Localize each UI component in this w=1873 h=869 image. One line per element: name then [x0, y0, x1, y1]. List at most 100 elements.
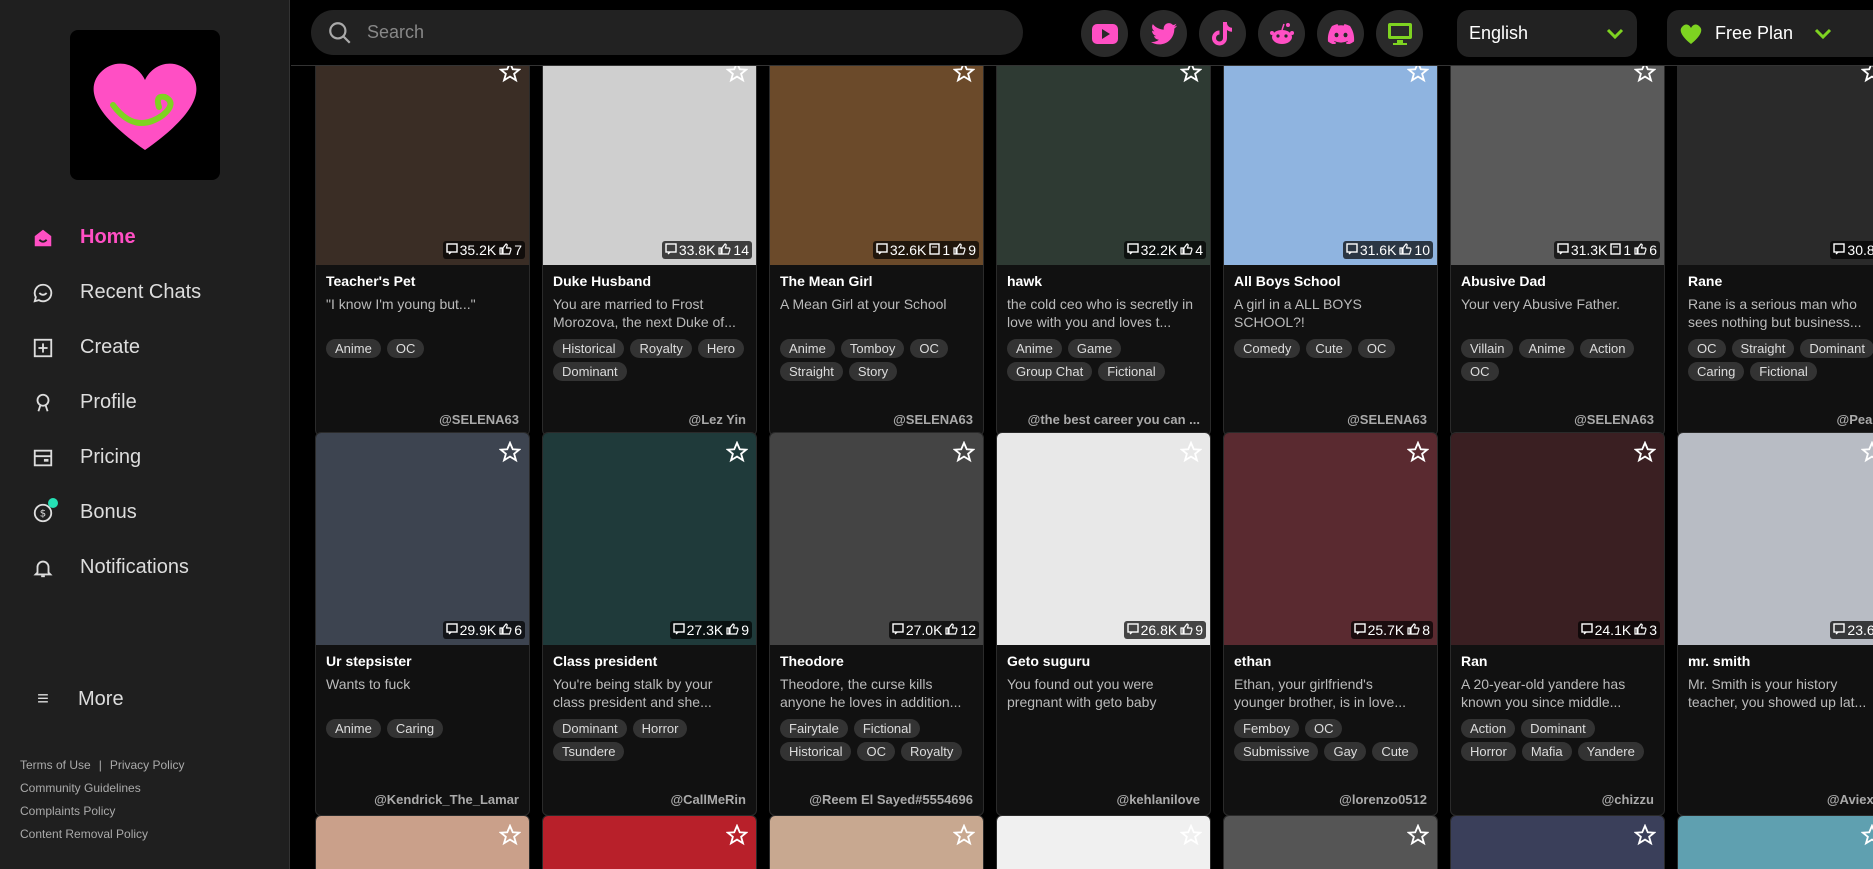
tag-chip[interactable]: Dominant — [1800, 339, 1873, 358]
tag-chip[interactable]: Anime — [326, 339, 381, 358]
character-card[interactable]: 30.8K Rane Rane is a serious man who sees … — [1677, 66, 1873, 436]
character-card[interactable]: 32.2K 4 hawk the cold ceo who is secretly i… — [996, 66, 1211, 436]
tag-chip[interactable]: Comedy — [1234, 339, 1301, 358]
author-link[interactable]: @SELENA63 — [1347, 412, 1427, 427]
favorite-star-icon[interactable] — [725, 66, 749, 88]
author-link[interactable]: @CallMeRin — [670, 792, 746, 807]
tag-chip[interactable]: Fictional — [1098, 362, 1165, 381]
sidebar-item-create[interactable]: Create — [30, 320, 270, 375]
tag-chip[interactable]: Femboy — [1234, 719, 1299, 738]
character-card[interactable]: 29.9K 6 Ur stepsister Wants to fuck Anime Car… — [315, 432, 530, 816]
character-card[interactable] — [1223, 815, 1438, 869]
plan-select[interactable]: Free Plan — [1667, 10, 1873, 57]
author-link[interactable]: @Reem El Sayed#5554696 — [809, 792, 973, 807]
reddit-button[interactable] — [1258, 10, 1305, 57]
favorite-star-icon[interactable] — [1633, 66, 1657, 88]
tag-chip[interactable]: OC — [386, 339, 425, 358]
author-link[interactable]: @Aviexx — [1827, 792, 1873, 807]
tag-chip[interactable]: Straight — [780, 362, 843, 381]
tag-chip[interactable]: Story — [848, 362, 898, 381]
favorite-star-icon[interactable] — [1633, 823, 1657, 851]
tag-chip[interactable]: Submissive — [1234, 742, 1319, 761]
community-link[interactable]: Community Guidelines — [20, 777, 185, 800]
tag-chip[interactable]: Cute — [1306, 339, 1352, 358]
character-card[interactable]: 32.6K 1 9 The Mean Girl A Mean Girl at your … — [769, 66, 984, 436]
tag-chip[interactable]: Historical — [553, 339, 625, 358]
character-card[interactable]: 23.6K mr. smith Mr. Smith is your history … — [1677, 432, 1873, 816]
character-image[interactable]: 31.3K 1 6 — [1451, 66, 1664, 265]
character-card[interactable]: 25.7K 8 ethan Ethan, your girlfriend's youn… — [1223, 432, 1438, 816]
favorite-star-icon[interactable] — [1406, 66, 1430, 88]
sidebar-item-bonus[interactable]: $ Bonus — [30, 485, 270, 540]
tag-chip[interactable]: Horror — [1461, 742, 1516, 761]
tag-chip[interactable]: Hero — [697, 339, 745, 358]
tag-chip[interactable]: Caring — [386, 719, 444, 738]
character-image[interactable]: 27.3K 9 — [543, 433, 756, 645]
character-image[interactable]: 26.8K 9 — [997, 433, 1210, 645]
tag-chip[interactable]: Fictional — [1750, 362, 1817, 381]
tag-chip[interactable]: Dominant — [553, 719, 627, 738]
character-image[interactable]: 30.8K — [1678, 66, 1873, 265]
favorite-star-icon[interactable] — [952, 66, 976, 88]
author-link[interactable]: @lorenzo0512 — [1339, 792, 1427, 807]
sidebar-item-recent-chats[interactable]: Recent Chats — [30, 265, 270, 320]
character-card[interactable]: 31.6K 10 All Boys School A girl in a ALL BO… — [1223, 66, 1438, 436]
character-card[interactable] — [996, 815, 1211, 869]
favorite-star-icon[interactable] — [498, 66, 522, 88]
favorite-star-icon[interactable] — [1406, 823, 1430, 851]
favorite-star-icon[interactable] — [1179, 66, 1203, 88]
tag-chip[interactable]: Anime — [326, 719, 381, 738]
tag-chip[interactable]: Dominant — [553, 362, 627, 381]
tag-chip[interactable]: Action — [1580, 339, 1635, 358]
sidebar-item-pricing[interactable]: Pricing — [30, 430, 270, 485]
tag-chip[interactable]: OC — [910, 339, 948, 358]
tag-chip[interactable]: Anime — [1007, 339, 1062, 358]
tag-chip[interactable]: Royalty — [630, 339, 692, 358]
tag-chip[interactable]: Fictional — [853, 719, 921, 738]
character-image[interactable]: 32.2K 4 — [997, 66, 1210, 265]
character-card[interactable] — [1677, 815, 1873, 869]
character-card[interactable]: 26.8K 9 Geto suguru You found out you were … — [996, 432, 1211, 816]
favorite-star-icon[interactable] — [1860, 66, 1873, 88]
character-image[interactable]: 32.6K 1 9 — [770, 66, 983, 265]
character-card[interactable] — [1450, 815, 1665, 869]
author-link[interactable]: @SELENA63 — [893, 412, 973, 427]
tag-chip[interactable]: OC — [1304, 719, 1343, 738]
character-image[interactable] — [770, 816, 983, 869]
favorite-star-icon[interactable] — [725, 823, 749, 851]
sidebar-item-home[interactable]: Home — [30, 210, 270, 265]
tag-chip[interactable]: Fairytale — [780, 719, 848, 738]
character-card[interactable] — [542, 815, 757, 869]
youtube-button[interactable] — [1081, 10, 1128, 57]
character-image[interactable]: 24.1K 3 — [1451, 433, 1664, 645]
removal-link[interactable]: Content Removal Policy — [20, 823, 185, 846]
character-card[interactable] — [315, 815, 530, 869]
tag-chip[interactable]: Action — [1461, 719, 1516, 738]
search-bar[interactable] — [311, 10, 1023, 55]
character-card[interactable]: 31.3K 1 6 Abusive Dad Your very Abusive Fath… — [1450, 66, 1665, 436]
character-image[interactable]: 31.6K 10 — [1224, 66, 1437, 265]
character-image[interactable] — [1224, 816, 1437, 869]
tag-chip[interactable]: Tomboy — [840, 339, 905, 358]
favorite-star-icon[interactable] — [1179, 440, 1203, 468]
tag-chip[interactable]: OC — [1357, 339, 1396, 358]
favorite-star-icon[interactable] — [952, 440, 976, 468]
tag-chip[interactable]: Game — [1067, 339, 1122, 358]
terms-link[interactable]: Terms of Use — [20, 758, 91, 772]
tag-chip[interactable]: Yandere — [1577, 742, 1644, 761]
character-card[interactable]: 33.8K 14 Duke Husband You are married to Fr… — [542, 66, 757, 436]
favorite-star-icon[interactable] — [1179, 823, 1203, 851]
character-image[interactable] — [997, 816, 1210, 869]
tag-chip[interactable]: OC — [1461, 362, 1499, 381]
character-card[interactable]: 27.0K 12 Theodore Theodore, the curse kills… — [769, 432, 984, 816]
sidebar-item-profile[interactable]: Profile — [30, 375, 270, 430]
character-image[interactable] — [1678, 816, 1873, 869]
tag-chip[interactable]: Group Chat — [1007, 362, 1093, 381]
author-link[interactable]: @SELENA63 — [439, 412, 519, 427]
tag-chip[interactable]: OC — [1688, 339, 1726, 358]
author-link[interactable]: @Pearl — [1837, 412, 1873, 427]
tag-chip[interactable]: Villain — [1461, 339, 1514, 358]
twitter-button[interactable] — [1140, 10, 1187, 57]
tag-chip[interactable]: Gay — [1324, 742, 1367, 761]
character-image[interactable] — [1451, 816, 1664, 869]
